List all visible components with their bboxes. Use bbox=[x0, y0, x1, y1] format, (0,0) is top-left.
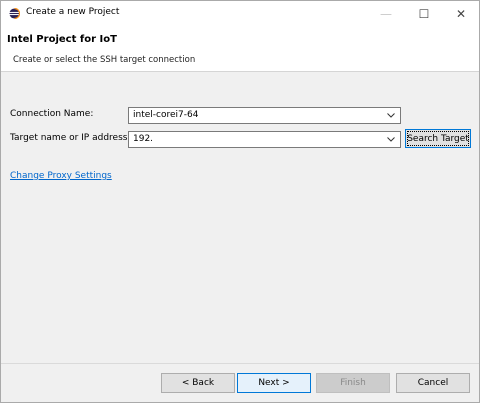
back-button[interactable]: < Back bbox=[161, 373, 235, 393]
wizard-footer: < Back Next > Finish Cancel bbox=[1, 363, 479, 402]
search-target-button[interactable]: Search Target bbox=[405, 129, 471, 148]
target-address-label: Target name or IP address: bbox=[10, 133, 131, 143]
wizard-header: Intel Project for IoT Create or select t… bbox=[1, 26, 479, 72]
title-bar: Create a new Project — ☐ ✕ bbox=[1, 1, 479, 26]
connection-name-value: intel-corei7-64 bbox=[133, 110, 199, 120]
target-address-value: 192. bbox=[133, 134, 154, 144]
connection-name-label: Connection Name: bbox=[10, 109, 94, 119]
close-button[interactable]: ✕ bbox=[442, 1, 480, 26]
change-proxy-settings-link[interactable]: Change Proxy Settings bbox=[10, 171, 112, 181]
maximize-button[interactable]: ☐ bbox=[405, 1, 443, 26]
chevron-down-icon[interactable] bbox=[386, 132, 396, 147]
window-title: Create a new Project bbox=[26, 7, 120, 17]
cancel-button[interactable]: Cancel bbox=[396, 373, 470, 393]
page-title: Intel Project for IoT bbox=[7, 34, 117, 45]
finish-button: Finish bbox=[316, 373, 390, 393]
connection-name-combo[interactable]: intel-corei7-64 bbox=[128, 107, 401, 124]
eclipse-icon bbox=[9, 8, 20, 19]
minimize-button[interactable]: — bbox=[367, 1, 405, 26]
target-address-combo[interactable]: 192. bbox=[128, 131, 401, 148]
dialog-window: Create a new Project — ☐ ✕ Intel Project… bbox=[0, 0, 480, 403]
page-description: Create or select the SSH target connecti… bbox=[13, 55, 196, 65]
wizard-content: Connection Name: intel-corei7-64 Target … bbox=[1, 73, 479, 363]
next-button[interactable]: Next > bbox=[237, 373, 311, 393]
chevron-down-icon[interactable] bbox=[386, 108, 396, 123]
